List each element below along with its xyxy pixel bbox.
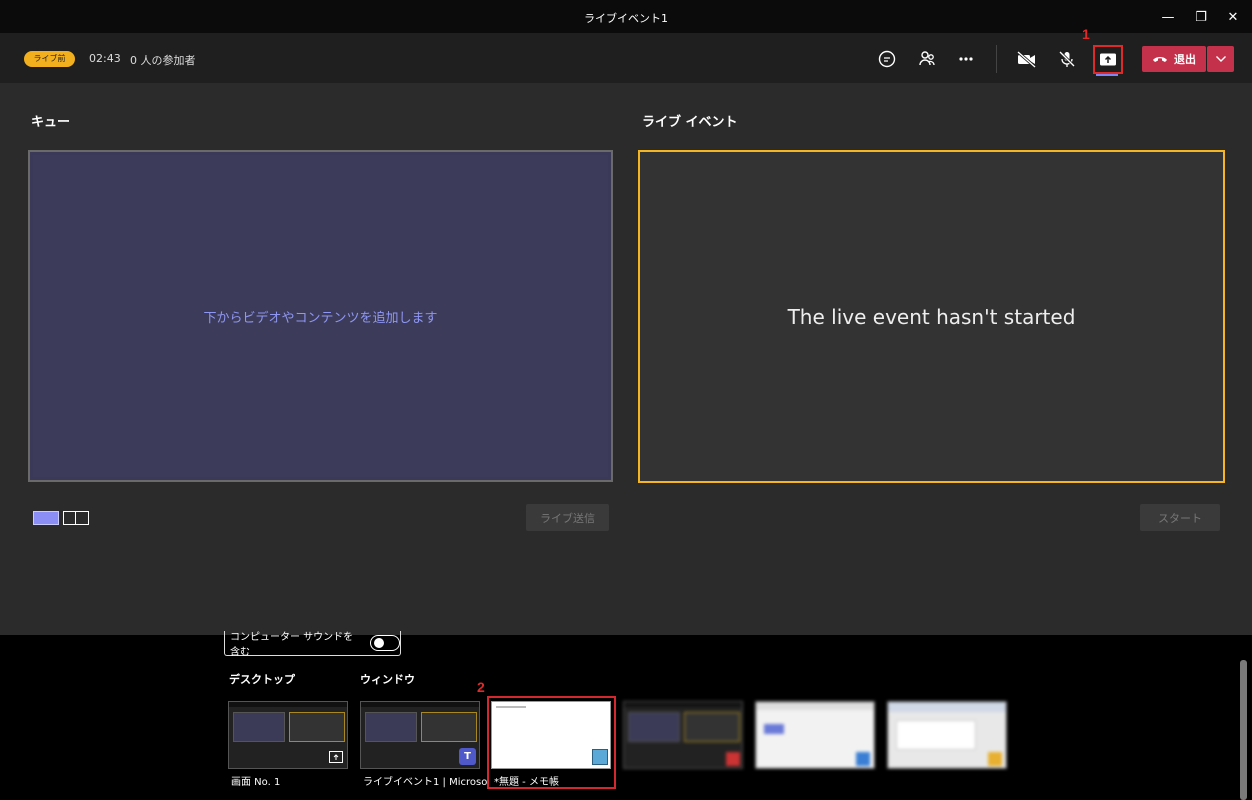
- split-layout-button[interactable]: [63, 511, 89, 525]
- computer-sound-toggle-row[interactable]: コンピューター サウンドを含む: [224, 631, 401, 658]
- teams-app-icon: T: [459, 748, 476, 765]
- single-layout-button[interactable]: [33, 511, 59, 525]
- thumb-content: [896, 720, 976, 750]
- tray-scrollbar[interactable]: [1240, 660, 1247, 800]
- computer-sound-label: コンピューター サウンドを含む: [230, 632, 354, 658]
- thumb-header: [756, 702, 874, 710]
- window-thumbnail[interactable]: [755, 701, 875, 769]
- restore-button[interactable]: ❐: [1190, 6, 1212, 28]
- notepad-app-icon: [592, 749, 608, 765]
- thumb-live: [289, 712, 345, 742]
- leave-label: 退出: [1174, 53, 1196, 66]
- mic-off-icon[interactable]: [1054, 46, 1080, 72]
- camera-off-icon[interactable]: [1014, 46, 1040, 72]
- thumb-queue: [365, 712, 417, 742]
- thumb-titlebar: [624, 702, 742, 707]
- window-thumbnail[interactable]: [623, 701, 743, 769]
- annotation-1: 1: [1082, 26, 1090, 42]
- thumb-titlebar: [229, 702, 347, 707]
- queue-title: キュー: [31, 115, 71, 130]
- thumb-app-icon: [726, 752, 740, 766]
- thumb-queue: [628, 712, 680, 742]
- queue-preview-inner: 下からビデオやコンテンツを追加します: [33, 155, 608, 477]
- thumb-caption: 画面 No. 1: [231, 777, 281, 788]
- leave-options-button[interactable]: [1207, 46, 1234, 72]
- thumb-live: [421, 712, 477, 742]
- annotation-2: 2: [477, 679, 485, 695]
- leave-button[interactable]: 退出: [1142, 46, 1206, 72]
- chat-icon[interactable]: [874, 46, 900, 72]
- thumb-caption: *無題 - メモ帳: [494, 777, 559, 788]
- thumb-header: [888, 702, 1006, 712]
- queue-placeholder: 下からビデオやコンテンツを追加します: [203, 310, 438, 326]
- thumb-queue: [233, 712, 285, 742]
- share-content-button[interactable]: [1093, 45, 1123, 74]
- computer-sound-switch[interactable]: [370, 635, 400, 651]
- window-thumbnail[interactable]: [887, 701, 1007, 769]
- share-icon: [329, 751, 343, 763]
- chevron-down-icon: [1215, 56, 1226, 62]
- thumb-panel: [764, 724, 784, 734]
- more-icon[interactable]: [953, 46, 979, 72]
- thumb-live: [684, 712, 740, 742]
- participant-count: 0 人の参加者: [130, 54, 196, 67]
- producer-area: キュー ライブ イベント 下からビデオやコンテンツを追加します The live…: [0, 83, 1252, 635]
- thumb-caption: ライブイベント1 | Microsoft ...: [363, 777, 487, 788]
- window-thumbnail-notepad[interactable]: [491, 701, 611, 769]
- share-tray: コンピューター サウンドを含む デスクトップ ウィンドウ 画面 No. 1 T …: [0, 631, 1252, 800]
- send-live-button[interactable]: ライブ送信: [526, 504, 609, 531]
- thumb-titlebar: [361, 702, 479, 707]
- window-title: ライブイベント1: [584, 12, 668, 25]
- live-event-title: ライブ イベント: [642, 115, 738, 130]
- toolbar-divider: [996, 45, 997, 73]
- status-badge: ライブ前: [24, 51, 75, 67]
- live-preview: The live event hasn't started: [638, 150, 1225, 483]
- share-active-indicator: [1096, 74, 1118, 76]
- start-button[interactable]: スタート: [1140, 504, 1220, 531]
- share-icon: [1100, 53, 1116, 65]
- hangup-icon: [1153, 57, 1167, 62]
- title-bar: ライブイベント1 — ❐ ✕: [0, 0, 1252, 33]
- thumb-app-icon: [856, 752, 870, 766]
- notepad-text-line: [496, 706, 526, 708]
- desktop-thumbnail[interactable]: [228, 701, 348, 769]
- live-status-text: The live event hasn't started: [787, 304, 1076, 329]
- meeting-timer: 02:43: [89, 52, 121, 65]
- minimize-button[interactable]: —: [1157, 6, 1179, 28]
- window-thumbnail-teams[interactable]: T: [360, 701, 480, 769]
- desktop-label: デスクトップ: [229, 673, 295, 686]
- people-icon[interactable]: [914, 46, 940, 72]
- queue-preview[interactable]: 下からビデオやコンテンツを追加します: [28, 150, 613, 482]
- window-label: ウィンドウ: [360, 673, 415, 686]
- close-window-button[interactable]: ✕: [1222, 6, 1244, 28]
- meeting-toolbar: ライブ前 02:43 0 人の参加者 退出: [0, 33, 1252, 83]
- thumb-app-icon: [988, 752, 1002, 766]
